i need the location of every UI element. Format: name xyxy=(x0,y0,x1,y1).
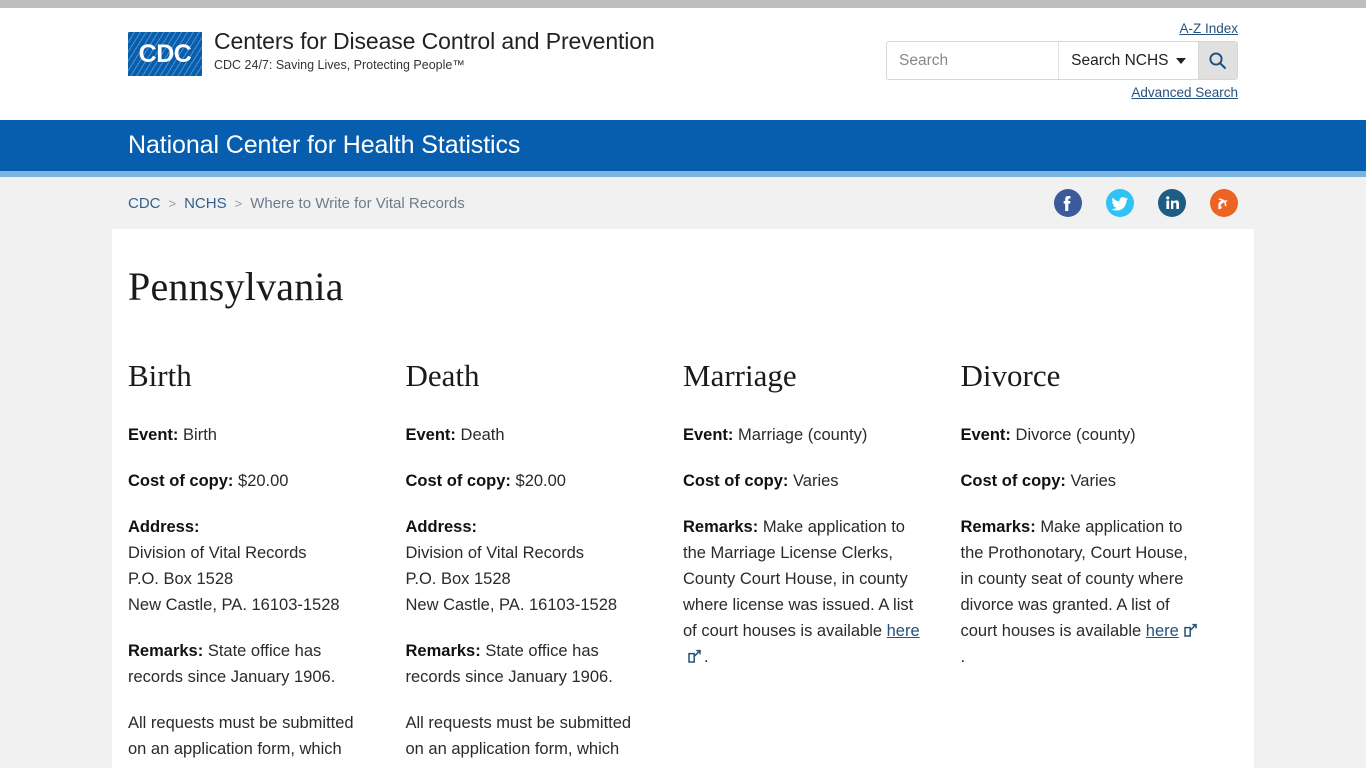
remarks-label: Remarks: xyxy=(128,642,204,660)
linkedin-icon[interactable] xyxy=(1158,189,1186,217)
death-address-line: New Castle, PA. 16103-1528 xyxy=(405,596,618,614)
column-death: Death Event: Death Cost of copy: $20.00 … xyxy=(406,358,684,768)
column-heading-divorce: Divorce xyxy=(960,358,1061,393)
divorce-cost-value: Varies xyxy=(1070,472,1117,490)
cost-label: Cost of copy: xyxy=(960,472,1066,490)
brand-tagline: CDC 24/7: Saving Lives, Protecting Peopl… xyxy=(214,58,465,72)
breadcrumb-item-current: Where to Write for Vital Records xyxy=(250,194,465,212)
column-marriage: Marriage Event: Marriage (county) Cost o… xyxy=(683,358,961,768)
birth-event-value: Birth xyxy=(183,426,217,444)
death-address-row: Address: Division of Vital Records P.O. … xyxy=(406,514,648,618)
breadcrumb-item-nchs[interactable]: NCHS xyxy=(184,195,227,212)
marriage-remarks-value: Make application to the Marriage License… xyxy=(683,518,914,640)
birth-address-line: Division of Vital Records xyxy=(128,544,307,562)
search-submit-button[interactable] xyxy=(1197,42,1237,79)
remarks-label: Remarks: xyxy=(960,518,1036,536)
death-address-line: P.O. Box 1528 xyxy=(405,570,511,588)
external-link-icon xyxy=(1183,623,1198,638)
birth-event-row: Event: Birth xyxy=(128,422,370,448)
social-links xyxy=(1054,189,1238,217)
address-label: Address: xyxy=(128,518,200,536)
breadcrumb-item-cdc[interactable]: CDC xyxy=(128,195,161,212)
a-z-index-link[interactable]: A-Z Index xyxy=(1179,21,1238,36)
birth-extra-text: All requests must be submitted on an app… xyxy=(128,714,354,768)
column-divorce: Divorce Event: Divorce (county) Cost of … xyxy=(961,358,1239,768)
divorce-event-row: Event: Divorce (county) xyxy=(961,422,1203,448)
marriage-event-row: Event: Marriage (county) xyxy=(683,422,925,448)
search-bar: Search NCHS xyxy=(886,41,1238,80)
nchs-banner: National Center for Health Statistics xyxy=(0,120,1366,177)
death-remarks-row: Remarks: State office has records since … xyxy=(406,638,648,690)
content-card: Pennsylvania Birth Event: Birth Cost of … xyxy=(112,229,1254,768)
column-heading-death: Death xyxy=(405,358,480,393)
external-link-icon xyxy=(687,649,702,664)
cost-label: Cost of copy: xyxy=(683,472,789,490)
breadcrumb-separator: > xyxy=(168,195,177,211)
twitter-icon[interactable] xyxy=(1106,189,1134,217)
vital-records-columns: Birth Event: Birth Cost of copy: $20.00 … xyxy=(128,358,1238,768)
marriage-remarks-row: Remarks: Make application to the Marriag… xyxy=(683,514,925,670)
cdc-brand[interactable]: CDC Centers for Disease Control and Prev… xyxy=(128,30,655,76)
birth-remarks-row: Remarks: State office has records since … xyxy=(128,638,370,690)
facebook-icon[interactable] xyxy=(1054,189,1082,217)
column-heading-marriage: Marriage xyxy=(683,358,797,393)
column-birth: Birth Event: Birth Cost of copy: $20.00 … xyxy=(128,358,406,768)
search-icon xyxy=(1209,52,1227,69)
breadcrumb: CDC > NCHS > Where to Write for Vital Re… xyxy=(128,195,465,212)
event-label: Event: xyxy=(128,426,179,444)
birth-address-row: Address: Division of Vital Records P.O. … xyxy=(128,514,370,618)
death-cost-row: Cost of copy: $20.00 xyxy=(406,468,648,494)
cost-label: Cost of copy: xyxy=(405,472,511,490)
address-label: Address: xyxy=(405,518,478,536)
death-event-row: Event: Death xyxy=(406,422,648,448)
breadcrumb-separator: > xyxy=(234,195,243,211)
remarks-label: Remarks: xyxy=(405,642,481,660)
column-heading-birth: Birth xyxy=(128,358,192,393)
death-address-line: Division of Vital Records xyxy=(405,544,585,562)
cost-label: Cost of copy: xyxy=(128,472,234,490)
banner-title: National Center for Health Statistics xyxy=(128,131,521,159)
birth-address-line: P.O. Box 1528 xyxy=(128,570,234,588)
event-label: Event: xyxy=(683,426,734,444)
advanced-search-link[interactable]: Advanced Search xyxy=(1131,85,1238,100)
syndicate-icon[interactable] xyxy=(1210,189,1238,217)
search-scope-label: Search NCHS xyxy=(1071,51,1169,69)
divorce-court-house-link[interactable]: here xyxy=(1146,622,1179,640)
divorce-remarks-row: Remarks: Make application to the Prothon… xyxy=(961,514,1203,670)
breadcrumb-bar: CDC > NCHS > Where to Write for Vital Re… xyxy=(0,177,1366,229)
search-scope-dropdown[interactable]: Search NCHS xyxy=(1058,42,1198,79)
cdc-logo-icon[interactable]: CDC xyxy=(128,32,202,76)
site-header: CDC Centers for Disease Control and Prev… xyxy=(0,8,1366,120)
divorce-cost-row: Cost of copy: Varies xyxy=(961,468,1203,494)
event-label: Event: xyxy=(405,426,456,444)
remarks-label: Remarks: xyxy=(683,518,759,536)
death-cost-value: $20.00 xyxy=(515,472,566,490)
birth-address-line: New Castle, PA. 16103-1528 xyxy=(128,596,340,614)
marriage-cost-row: Cost of copy: Varies xyxy=(683,468,925,494)
marriage-court-house-link[interactable]: here xyxy=(887,622,920,640)
divorce-event-value: Divorce (county) xyxy=(1015,426,1136,444)
page-title: Pennsylvania xyxy=(128,264,344,309)
marriage-event-value: Marriage (county) xyxy=(738,426,868,444)
search-block: A-Z Index Search NCHS Advanced Search xyxy=(886,20,1238,102)
marriage-cost-value: Varies xyxy=(793,472,839,490)
birth-cost-value: $20.00 xyxy=(238,472,289,490)
birth-cost-row: Cost of copy: $20.00 xyxy=(128,468,370,494)
chevron-down-icon xyxy=(1175,57,1186,64)
search-input[interactable] xyxy=(887,42,1059,79)
event-label: Event: xyxy=(960,426,1011,444)
death-extra-text: All requests must be submitted on an app… xyxy=(405,714,632,768)
divorce-link-tail: . xyxy=(960,648,966,666)
browser-top-strip xyxy=(0,0,1366,8)
marriage-link-tail: . xyxy=(704,648,709,666)
cdc-logo-text: CDC xyxy=(138,39,192,68)
brand-title: Centers for Disease Control and Preventi… xyxy=(214,28,655,54)
death-event-value: Death xyxy=(460,426,505,444)
